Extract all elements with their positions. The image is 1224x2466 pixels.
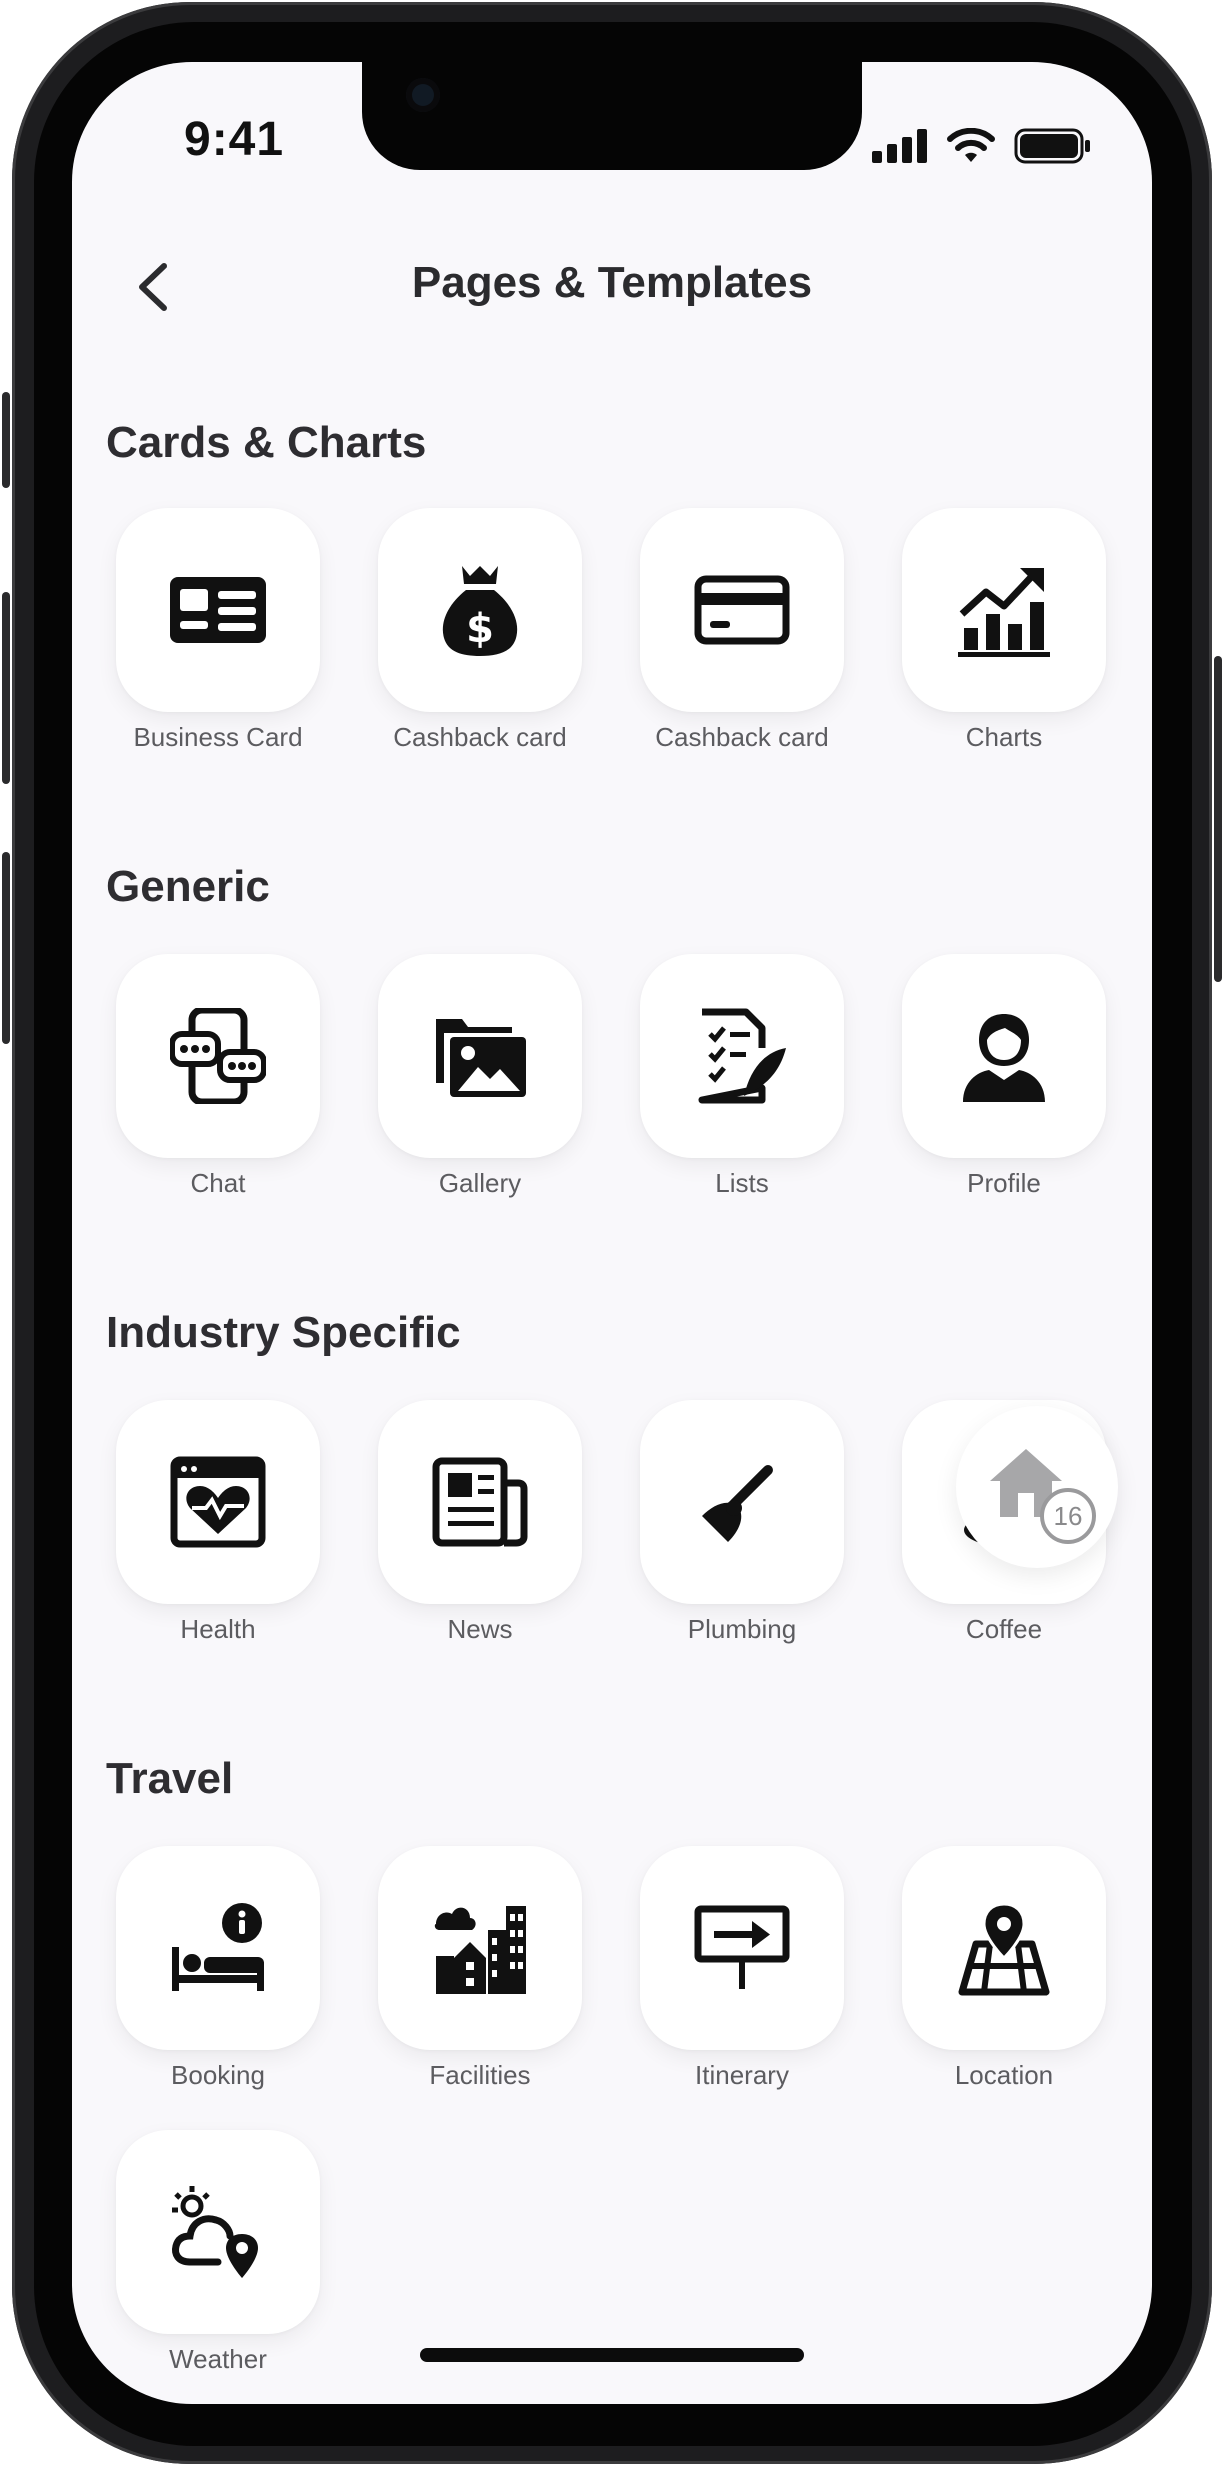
tile-weather[interactable]: Weather <box>116 2130 320 2375</box>
tile-label: Business Card <box>133 722 303 752</box>
tile-itinerary[interactable]: Itinerary <box>640 1846 844 2091</box>
bar-chart-icon <box>958 568 1050 657</box>
section-title-generic: Generic <box>106 862 270 911</box>
power-button <box>1214 656 1222 982</box>
tile-label: Location <box>954 2060 1054 2090</box>
tile-label: Weather <box>169 2344 267 2374</box>
tile-label: Plumbing <box>687 1614 797 1644</box>
newspaper-icon <box>432 1457 528 1547</box>
profile-icon <box>963 1014 1045 1102</box>
tile-cashback-card-2[interactable]: Cashback card <box>640 508 844 753</box>
tile-label: News <box>447 1614 513 1644</box>
silent-switch <box>2 392 10 488</box>
tile-charts[interactable]: Charts <box>902 508 1106 753</box>
volume-up-button <box>2 592 10 784</box>
screen: 9:41 Pages & Templates Cards & Charts Bu… <box>72 62 1152 2404</box>
weather-location-icon <box>172 2186 258 2278</box>
section-title-industry-specific: Industry Specific <box>106 1308 461 1357</box>
page-title: Pages & Templates <box>411 258 813 307</box>
svg-text:$: $ <box>466 606 494 652</box>
plunger-icon <box>702 1465 773 1542</box>
chat-icon <box>170 1008 266 1104</box>
section-title-travel: Travel <box>106 1754 234 1803</box>
volume-down-button <box>2 852 10 1044</box>
tile-label: Cashback card <box>393 722 567 752</box>
battery-icon <box>1014 128 1090 164</box>
fab-badge: 16 <box>1040 1488 1096 1544</box>
tile-news[interactable]: News <box>378 1400 582 1645</box>
tile-label: Health <box>180 1614 256 1644</box>
tile-booking[interactable]: Booking <box>116 1846 320 2091</box>
status-time: 9:41 <box>184 113 285 166</box>
map-pin-icon <box>958 1902 1050 1996</box>
tile-business-card[interactable]: Business Card <box>116 508 320 753</box>
tile-location[interactable]: Location <box>902 1846 1106 2091</box>
tile-chat[interactable]: Chat <box>116 954 320 1199</box>
signal-icon <box>872 129 927 163</box>
business-card-icon <box>170 577 266 643</box>
tile-label: Chat <box>190 1168 246 1198</box>
home-fab[interactable]: 16 <box>956 1406 1118 1568</box>
tile-label: Profile <box>967 1168 1041 1198</box>
health-icon <box>170 1456 266 1548</box>
tile-label: Itinerary <box>695 2060 789 2090</box>
tile-gallery[interactable]: Gallery <box>378 954 582 1199</box>
tile-label: Charts <box>965 722 1043 752</box>
tile-health[interactable]: Health <box>116 1400 320 1645</box>
status-icons <box>872 128 1092 164</box>
home-indicator <box>420 2348 804 2362</box>
section-title-cards-charts: Cards & Charts <box>106 418 427 467</box>
tile-cashback-card-1[interactable]: $ Cashback card <box>378 508 582 753</box>
tile-lists[interactable]: Lists <box>640 954 844 1199</box>
tile-plumbing[interactable]: Plumbing <box>640 1400 844 1645</box>
credit-card-icon <box>694 575 790 645</box>
tile-profile[interactable]: Profile <box>902 954 1106 1199</box>
header: Pages & Templates <box>72 242 1152 332</box>
signboard-icon <box>694 1905 790 1989</box>
gallery-icon <box>436 1019 526 1097</box>
notch <box>362 62 862 170</box>
front-camera <box>406 78 440 112</box>
tile-label: Booking <box>171 2060 265 2090</box>
wifi-icon <box>947 128 995 162</box>
bed-info-icon <box>172 1903 264 1991</box>
tile-label: Gallery <box>438 1168 522 1198</box>
checklist-icon <box>698 1008 786 1104</box>
tile-label: Cashback card <box>655 722 829 752</box>
tile-facilities[interactable]: Facilities <box>378 1846 582 2091</box>
tile-label: Facilities <box>429 2060 531 2090</box>
money-bag-icon: $ <box>442 566 518 656</box>
tile-label: Coffee <box>965 1614 1043 1644</box>
buildings-icon <box>434 1906 526 1994</box>
tile-label: Lists <box>715 1168 769 1198</box>
